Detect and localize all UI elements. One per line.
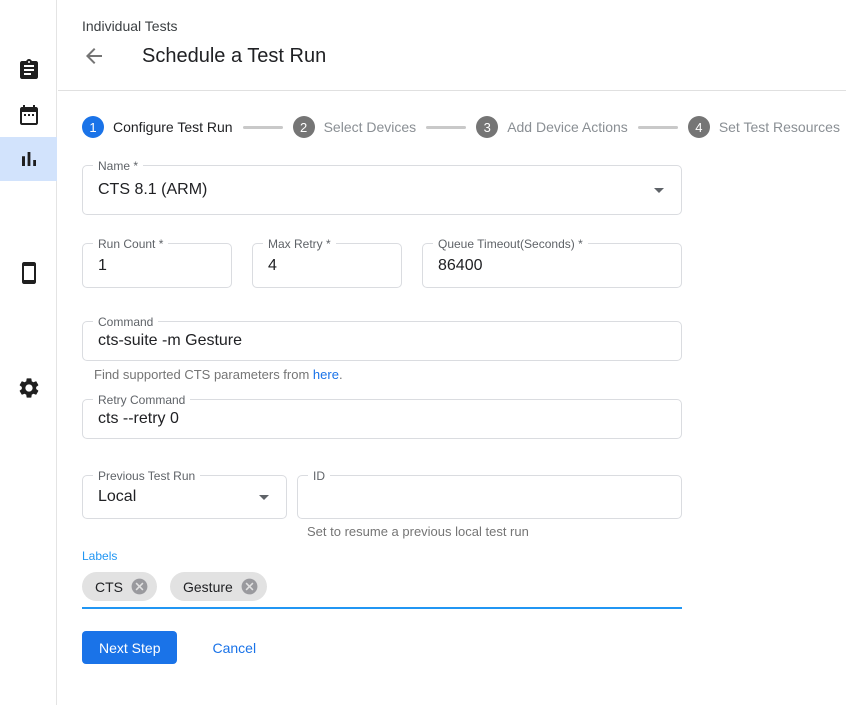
command-label: Command bbox=[93, 315, 158, 329]
retry-command-label: Retry Command bbox=[93, 393, 190, 407]
max-retry-label: Max Retry * bbox=[263, 237, 336, 251]
command-hint: Find supported CTS parameters from here. bbox=[94, 367, 682, 382]
assignment-icon bbox=[17, 58, 41, 82]
labels-focus-underline bbox=[82, 607, 682, 609]
id-input[interactable] bbox=[298, 476, 681, 518]
dropdown-arrow-icon bbox=[252, 485, 276, 509]
queue-timeout-field: Queue Timeout(Seconds) * bbox=[422, 243, 682, 288]
sidebar bbox=[0, 0, 57, 705]
chip-text: Gesture bbox=[183, 579, 233, 595]
step-label: Configure Test Run bbox=[113, 119, 233, 135]
command-hint-period: . bbox=[339, 367, 343, 382]
run-count-label: Run Count * bbox=[93, 237, 168, 251]
step-add-device-actions[interactable]: 3 Add Device Actions bbox=[476, 116, 628, 138]
step-number: 3 bbox=[476, 116, 498, 138]
page-header: Individual Tests Schedule a Test Run bbox=[58, 0, 846, 91]
main-content: Individual Tests Schedule a Test Run 1 C… bbox=[58, 0, 846, 705]
previous-test-run-label: Previous Test Run bbox=[93, 469, 200, 483]
step-label: Select Devices bbox=[324, 119, 417, 135]
configure-test-run-form: Name * CTS 8.1 (ARM) Run Count * Max Ret… bbox=[58, 165, 682, 664]
command-input[interactable] bbox=[83, 322, 681, 360]
sidebar-item-tests[interactable] bbox=[0, 48, 57, 92]
step-connector bbox=[426, 126, 466, 129]
label-chip[interactable]: CTS bbox=[82, 572, 157, 601]
queue-timeout-label: Queue Timeout(Seconds) * bbox=[433, 237, 588, 251]
form-actions: Next Step Cancel bbox=[82, 631, 682, 664]
step-select-devices[interactable]: 2 Select Devices bbox=[293, 116, 417, 138]
step-label: Set Test Resources bbox=[719, 119, 840, 135]
step-number: 2 bbox=[293, 116, 315, 138]
cancel-button[interactable]: Cancel bbox=[212, 640, 256, 656]
cancel-icon bbox=[240, 577, 259, 596]
app-window: Individual Tests Schedule a Test Run 1 C… bbox=[0, 0, 846, 705]
name-label: Name * bbox=[93, 159, 143, 173]
bar-chart-icon bbox=[17, 147, 41, 171]
labels-label: Labels bbox=[82, 549, 682, 563]
sidebar-item-test-runs[interactable] bbox=[0, 137, 57, 181]
step-number: 1 bbox=[82, 116, 104, 138]
next-step-button[interactable]: Next Step bbox=[82, 631, 177, 664]
label-chip[interactable]: Gesture bbox=[170, 572, 267, 601]
breadcrumb: Individual Tests bbox=[82, 18, 846, 34]
run-count-field: Run Count * bbox=[82, 243, 232, 288]
id-hint: Set to resume a previous local test run bbox=[307, 524, 682, 539]
step-label: Add Device Actions bbox=[507, 119, 628, 135]
calendar-icon bbox=[17, 103, 41, 127]
id-label: ID bbox=[308, 469, 330, 483]
step-configure-test-run[interactable]: 1 Configure Test Run bbox=[82, 116, 233, 138]
step-number: 4 bbox=[688, 116, 710, 138]
previous-test-run-select[interactable]: Previous Test Run Local bbox=[82, 475, 287, 519]
chip-remove-button[interactable] bbox=[240, 577, 259, 596]
chip-remove-button[interactable] bbox=[130, 577, 149, 596]
step-connector bbox=[243, 126, 283, 129]
smartphone-icon bbox=[17, 261, 41, 285]
sidebar-item-test-plans[interactable] bbox=[0, 93, 57, 137]
gear-icon bbox=[17, 376, 41, 400]
max-retry-field: Max Retry * bbox=[252, 243, 402, 288]
step-set-test-resources[interactable]: 4 Set Test Resources bbox=[688, 116, 840, 138]
page-title: Schedule a Test Run bbox=[142, 45, 326, 68]
sidebar-item-settings[interactable] bbox=[0, 366, 57, 410]
cts-parameters-link[interactable]: here bbox=[313, 367, 339, 382]
stepper: 1 Configure Test Run 2 Select Devices 3 … bbox=[82, 116, 846, 138]
sidebar-item-devices[interactable] bbox=[0, 251, 57, 295]
id-field: ID bbox=[297, 475, 682, 519]
chip-text: CTS bbox=[95, 579, 123, 595]
retry-command-field: Retry Command bbox=[82, 399, 682, 439]
labels-chip-input[interactable]: CTS Gesture bbox=[82, 572, 682, 601]
command-hint-text: Find supported CTS parameters from bbox=[94, 367, 313, 382]
dropdown-arrow-icon bbox=[647, 178, 671, 202]
name-value: CTS 8.1 (ARM) bbox=[83, 166, 681, 214]
back-button[interactable] bbox=[82, 44, 106, 68]
arrow-back-icon bbox=[82, 44, 106, 68]
command-field: Command bbox=[82, 321, 682, 361]
cancel-icon bbox=[130, 577, 149, 596]
step-connector bbox=[638, 126, 678, 129]
name-select[interactable]: Name * CTS 8.1 (ARM) bbox=[82, 165, 682, 215]
